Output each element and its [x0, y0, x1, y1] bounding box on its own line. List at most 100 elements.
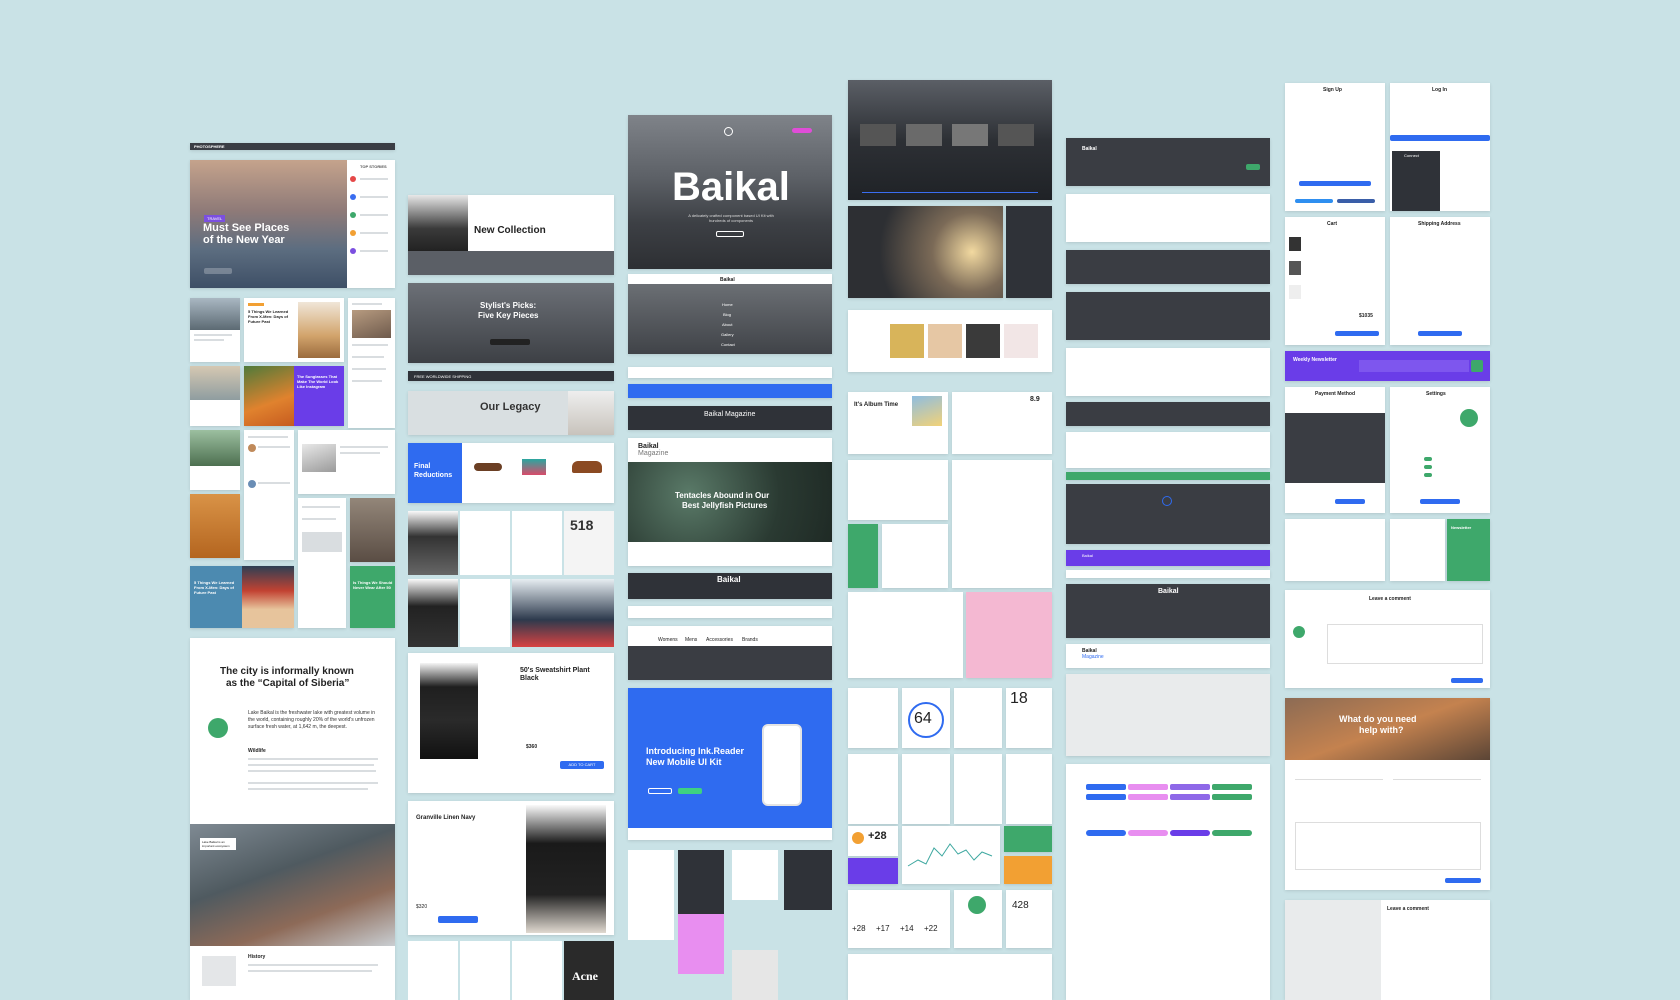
btn-green-2[interactable] [1212, 794, 1252, 800]
nav-brands[interactable]: Brands [742, 637, 758, 643]
btn-blue-2[interactable] [1086, 794, 1126, 800]
filter-panel-2[interactable] [460, 941, 510, 1000]
social-button-2[interactable] [1337, 199, 1375, 203]
menu-item-about[interactable]: About [722, 322, 732, 327]
tunnel-card[interactable] [848, 206, 1003, 298]
card-xmen-2[interactable]: 5 Things We Learned From X-Men: Days of … [190, 566, 294, 628]
new-albums-card[interactable] [848, 460, 948, 520]
ink-button-2[interactable] [678, 788, 702, 794]
baikal-white-navbar[interactable] [628, 606, 832, 618]
read-more-button[interactable] [204, 268, 232, 274]
create-account-button[interactable] [1299, 181, 1371, 186]
toggle-3[interactable] [1424, 473, 1432, 477]
btn-purple-2[interactable] [1170, 794, 1210, 800]
gallery-card[interactable] [1006, 754, 1052, 824]
shop-now-button[interactable] [490, 339, 530, 345]
send-button[interactable] [1445, 878, 1481, 883]
jellyfish-card[interactable]: Baikal Magazine Tentacles Abound in Our … [628, 438, 832, 566]
newsletter-input[interactable] [1359, 360, 1469, 372]
btn-blue-1[interactable] [1086, 784, 1126, 790]
btn-outline-4[interactable] [1212, 830, 1252, 836]
author-avatar[interactable] [208, 718, 228, 738]
map-thumb[interactable] [732, 950, 778, 1000]
stylist-picks-card[interactable]: Stylist's Picks: Five Key Pieces [408, 283, 614, 363]
card-penguin[interactable] [350, 498, 395, 562]
hero-pill-button[interactable] [792, 128, 812, 133]
sidebar-pink[interactable] [678, 914, 724, 974]
map-card[interactable] [1066, 674, 1270, 756]
card-most-recent[interactable] [298, 430, 395, 494]
post-comment-button[interactable] [1451, 678, 1483, 683]
card-sunglasses[interactable]: The Sunglasses That Make The World Look … [244, 366, 344, 426]
playlist2-card[interactable] [848, 592, 963, 678]
baikal-dark-navbar[interactable]: Baikal [628, 573, 832, 599]
btn-outline-2[interactable] [1128, 830, 1168, 836]
card-sea[interactable] [190, 366, 240, 426]
sidebar-green-dark[interactable] [784, 850, 832, 910]
nav-womens[interactable]: Womens [658, 637, 678, 643]
toggle-1[interactable] [1424, 457, 1432, 461]
calendar-card[interactable] [954, 754, 1002, 824]
card-palms[interactable] [190, 430, 240, 490]
sidebar-white-1[interactable] [628, 850, 674, 940]
menu-item-blog[interactable]: Blog [723, 312, 731, 317]
settings-avatar[interactable] [1460, 409, 1478, 427]
newsletter-green-card[interactable]: Newsletter [1447, 519, 1490, 581]
btn-pink-2[interactable] [1128, 794, 1168, 800]
acne-panel[interactable]: Acne [564, 941, 614, 1000]
product-sneakers[interactable] [512, 579, 614, 647]
album-time-card[interactable]: It's Album Time [848, 392, 948, 454]
add-button[interactable] [438, 916, 478, 923]
comment-textarea[interactable] [1327, 624, 1483, 664]
filter-panel-1[interactable] [408, 941, 458, 1000]
continue-button[interactable] [1418, 331, 1462, 336]
rating-card[interactable]: 8.9 [952, 392, 1052, 454]
checkout-button[interactable] [1335, 331, 1379, 336]
lastname-input[interactable] [1393, 772, 1481, 780]
new-collection-card[interactable]: New Collection [408, 195, 614, 275]
newsletter-submit[interactable] [1471, 360, 1483, 372]
tracklist-card[interactable] [882, 524, 948, 588]
product-jacket[interactable] [408, 511, 458, 575]
reductions-card[interactable]: Final Reductions [408, 443, 614, 503]
btn-green-1[interactable] [1212, 784, 1252, 790]
weekly-newsletter-card[interactable]: Weekly Newsletter [1285, 351, 1490, 381]
music-grid-card[interactable] [848, 310, 1052, 372]
btn-outline-3[interactable] [1170, 830, 1210, 836]
toggle-2[interactable] [1424, 465, 1432, 469]
name-input[interactable] [1295, 772, 1383, 780]
playlist-card[interactable] [952, 460, 1052, 588]
hero-travel-card[interactable]: TRAVEL Must See Places of the New Year T… [190, 160, 395, 288]
video-player-card[interactable] [848, 80, 1052, 200]
menu-item-home[interactable]: Home [722, 302, 733, 307]
social-button-1[interactable] [1295, 199, 1333, 203]
message-input[interactable] [1295, 822, 1481, 870]
legacy-card[interactable]: Our Legacy [408, 391, 614, 435]
footer-subscribe[interactable] [1246, 164, 1260, 170]
save-button[interactable] [1420, 499, 1460, 504]
product-watch[interactable] [512, 511, 562, 575]
nav-accessories[interactable]: Accessories [706, 637, 733, 643]
card-guitar[interactable] [190, 494, 240, 558]
product-sale[interactable]: 518 [564, 511, 614, 575]
card-lighthouse[interactable] [190, 298, 240, 362]
sidebar-white-2[interactable] [732, 850, 778, 900]
navbar-blue[interactable] [628, 384, 832, 398]
card-never-wear[interactable]: Is Things We Should Never Wear After 50 [350, 566, 395, 628]
menu-item-gallery[interactable]: Gallery [721, 332, 734, 337]
navbar-white[interactable] [628, 367, 832, 378]
btn-outline-1[interactable] [1086, 830, 1126, 836]
card-editors-picks[interactable] [348, 298, 395, 428]
hero-cta-button[interactable] [716, 231, 744, 237]
product-camera[interactable] [460, 511, 510, 575]
pay-button[interactable] [1335, 499, 1365, 504]
card-xmen[interactable]: 5 Things We Learned From X-Men: Days of … [244, 298, 344, 362]
product-parka[interactable] [408, 579, 458, 647]
filter-panel-3[interactable] [512, 941, 562, 1000]
shop-nav-card[interactable]: Womens Mens Accessories Brands [628, 626, 832, 680]
login-social-strip[interactable] [1390, 135, 1490, 141]
progress-bar[interactable] [862, 192, 1038, 193]
magazine-navbar[interactable]: Baikal Magazine [628, 406, 832, 430]
card-news[interactable] [298, 498, 346, 628]
btn-purple-1[interactable] [1170, 784, 1210, 790]
